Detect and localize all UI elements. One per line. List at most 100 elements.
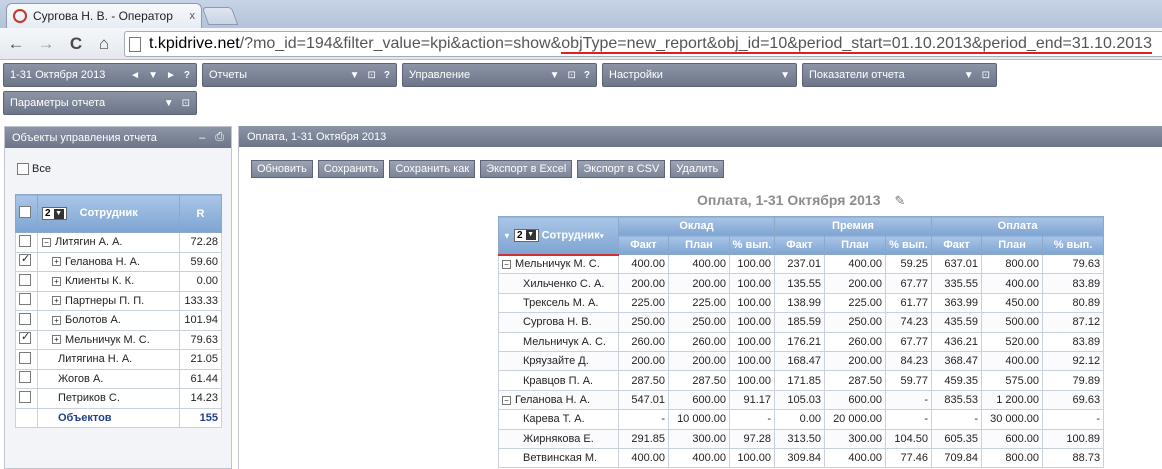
back-icon[interactable]: ← — [6, 34, 26, 54]
row-checkbox[interactable] — [19, 390, 31, 403]
prev-period-icon[interactable]: ◄ — [130, 70, 140, 81]
indicators-restore-icon[interactable]: ⊡ — [982, 70, 990, 81]
action-button[interactable]: Экспорт в CSV — [577, 160, 666, 178]
expand-icon[interactable]: + — [52, 335, 61, 345]
tree-item-label: Жогов А. — [58, 372, 104, 385]
employee-cell: Трексель М. А. — [498, 292, 619, 314]
tree-item-label: Партнеры П. П. — [65, 294, 145, 307]
reports-help-icon[interactable]: ? — [384, 70, 390, 81]
row-checkbox[interactable] — [19, 234, 31, 247]
subcolumn-header[interactable]: План — [981, 235, 1044, 255]
address-bar[interactable]: t.kpidrive.net/?mo_id=194&filter_value=k… — [124, 31, 1162, 57]
collapse-icon[interactable]: − — [502, 395, 511, 405]
collapse-icon[interactable]: − — [42, 237, 51, 247]
report-row[interactable]: − Геланова Н. А. 547.01 600.00 91.17 105.03 60… — [498, 389, 1105, 411]
indicators-dropdown-icon[interactable]: ▼ — [964, 70, 974, 81]
r-column-header[interactable]: R — [179, 194, 222, 233]
subcolumn-header[interactable]: % вып. — [729, 235, 775, 255]
row-checkbox[interactable] — [19, 273, 31, 286]
select-all-checkbox[interactable] — [17, 163, 29, 175]
report-row[interactable]: Мельничук А. С. 260.00 260.00 100.00 176.21 2… — [498, 331, 1105, 352]
params-menu[interactable]: Параметры отчета ▼ ⊡ — [3, 91, 197, 115]
expand-icon[interactable]: + — [52, 315, 61, 325]
check-column-header[interactable] — [15, 194, 38, 233]
home-icon[interactable]: ⌂ — [94, 34, 114, 54]
employee-column-header[interactable]: 2 ▼ Сотрудник — [37, 194, 180, 233]
next-period-icon[interactable]: ► — [166, 70, 176, 81]
report-row[interactable]: Сургова Н. В. 250.00 250.00 100.00 185.59 250… — [498, 312, 1105, 333]
expand-icon[interactable]: + — [52, 276, 61, 286]
employee-column-header[interactable]: ▼ 2 ▼ Сотрудник▾ — [498, 216, 619, 256]
forward-icon[interactable]: → — [36, 34, 56, 54]
management-restore-icon[interactable]: ⊡ — [568, 70, 576, 81]
period-selector[interactable]: 1-31 Октября 2013 ◄ ▼ ► ? — [3, 63, 197, 87]
select-all-row[interactable]: Все — [17, 163, 51, 175]
tree-row[interactable]: Жогов А. 61.44 — [15, 368, 222, 389]
report-row[interactable]: Ветвинская М. 400.00 400.00 100.00 309.84 400… — [498, 447, 1105, 469]
management-help-icon[interactable]: ? — [584, 70, 590, 81]
report-row[interactable]: Жирнякова Е. 291.85 300.00 97.28 313.50 300.0… — [498, 428, 1105, 449]
reload-icon[interactable]: C — [66, 34, 86, 54]
action-button[interactable]: Удалить — [670, 160, 725, 178]
report-row[interactable]: Кравцов П. А. 287.50 287.50 100.00 171.85 287… — [498, 370, 1105, 391]
new-tab-button[interactable] — [201, 7, 239, 25]
report-row[interactable]: Трексель М. А. 225.00 225.00 100.00 138.99 22… — [498, 292, 1105, 314]
tree-row[interactable]: Литягина Н. А. 21.05 — [15, 349, 222, 370]
params-restore-icon[interactable]: ⊡ — [182, 98, 190, 109]
period-dropdown-icon[interactable]: ▼ — [148, 70, 158, 81]
report-row[interactable]: Хильченко С. А. 200.00 200.00 100.00 135.55 2… — [498, 273, 1105, 294]
report-level-select[interactable]: 2 ▼ — [513, 228, 539, 242]
subcolumn-header[interactable]: % вып. — [1042, 235, 1105, 255]
minimize-icon[interactable]: – — [199, 132, 205, 144]
value-cell: 83.89 — [1042, 273, 1105, 294]
action-button[interactable]: Сохранить — [317, 160, 385, 178]
tree-row[interactable]: + Геланова Н. А. 59.60 — [15, 251, 222, 272]
expand-icon[interactable]: + — [52, 257, 61, 267]
reports-menu[interactable]: Отчеты ▼ ⊡ ? — [202, 63, 397, 87]
tree-row[interactable]: + Болотов А. 101.94 — [15, 310, 222, 331]
expand-icon[interactable]: + — [52, 296, 61, 306]
browser-tab[interactable]: Сургова Н. В. - Оператор x — [6, 3, 202, 28]
subcolumn-header[interactable]: Факт — [774, 235, 825, 255]
report-row[interactable]: Кряузайте Д. 200.00 200.00 100.00 168.47 200.… — [498, 350, 1105, 372]
row-checkbox[interactable] — [19, 312, 31, 325]
row-checkbox[interactable] — [19, 330, 31, 345]
action-button[interactable]: Сохранить как — [389, 160, 476, 178]
params-dropdown-icon[interactable]: ▼ — [164, 98, 174, 109]
tree-row[interactable]: Петриков С. 14.23 — [15, 388, 222, 409]
row-checkbox[interactable] — [19, 252, 31, 267]
tree-row[interactable]: + Мельничук М. С. 79.63 — [15, 329, 222, 350]
print-icon[interactable]: ⎙ — [215, 131, 224, 144]
indicators-menu[interactable]: Показатели отчета ▼ ⊡ — [802, 63, 997, 87]
value-cell: 200.00 — [618, 273, 669, 294]
row-checkbox[interactable] — [19, 293, 31, 306]
tree-row[interactable]: + Клиенты К. К. 0.00 — [15, 271, 222, 292]
close-tab-icon[interactable]: x — [190, 10, 196, 22]
action-button[interactable]: Экспорт в Excel — [480, 160, 573, 178]
report-row[interactable]: Карева Т. А. -10 000.00-0.00 20 000.00- -30… — [498, 409, 1105, 430]
reports-restore-icon[interactable]: ⊡ — [368, 70, 376, 81]
settings-menu[interactable]: Настройки ▼ — [602, 63, 797, 87]
collapse-icon[interactable]: − — [502, 260, 511, 270]
tree-row[interactable]: + Партнеры П. П. 133.33 — [15, 290, 222, 311]
row-checkbox-cell — [15, 271, 38, 292]
tree-row[interactable]: − Литягин А. А. 72.28 — [15, 232, 222, 253]
action-button[interactable]: Обновить — [251, 160, 313, 178]
subcolumn-header[interactable]: Факт — [618, 235, 669, 255]
header-checkbox[interactable] — [19, 206, 31, 218]
row-checkbox[interactable] — [19, 351, 31, 364]
reports-dropdown-icon[interactable]: ▼ — [350, 70, 360, 81]
help-icon[interactable]: ? — [184, 70, 190, 81]
subcolumn-header[interactable]: % вып. — [884, 235, 933, 255]
edit-title-icon[interactable]: ✎ — [895, 193, 906, 209]
management-dropdown-icon[interactable]: ▼ — [550, 70, 560, 81]
row-checkbox[interactable] — [19, 371, 31, 384]
level-select[interactable]: 2 ▼ — [42, 207, 67, 220]
subcolumn-header[interactable]: План — [824, 235, 886, 255]
settings-dropdown-icon[interactable]: ▼ — [780, 70, 790, 81]
management-menu[interactable]: Управление ▼ ⊡ ? — [402, 63, 597, 87]
subcolumn-header[interactable]: План — [668, 235, 730, 255]
value-cell: 77.46 — [884, 447, 933, 469]
subcolumn-header[interactable]: Факт — [931, 235, 983, 255]
report-row[interactable]: − Мельничук М. С. 400.00 400.00 100.00 237.01… — [498, 253, 1105, 275]
